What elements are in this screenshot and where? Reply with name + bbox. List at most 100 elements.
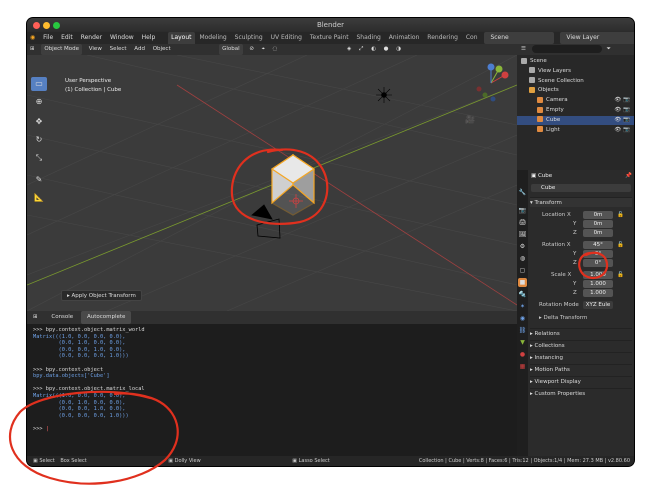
delta-transform-section[interactable]: ▸ Delta Transform [539, 315, 587, 321]
navigation-gizmo[interactable] [476, 63, 509, 102]
close-window-button[interactable] [33, 22, 40, 29]
python-console[interactable]: >>> bpy.context.object.matrix_world Matri… [27, 324, 517, 456]
transform-section[interactable]: ▾ Transform [530, 197, 632, 207]
shading-material-icon[interactable]: ◑ [393, 44, 404, 55]
overlay-icon[interactable]: ◐ [368, 44, 379, 55]
select-menu[interactable]: Select [107, 44, 130, 55]
view-layer-selector[interactable]: View Layer [560, 32, 634, 44]
proportional-icon[interactable]: ◌ [270, 44, 281, 55]
rotation-lock-icons[interactable]: 🔓 [617, 242, 624, 248]
outliner-row-cube[interactable]: Cube 👁 📷 [517, 115, 634, 126]
zoom-window-button[interactable] [53, 22, 60, 29]
visibility-toggle-icon[interactable]: 👁 📷 [614, 106, 630, 116]
outliner-row-camera[interactable]: Camera 👁 📷 [517, 96, 634, 106]
autocomplete-tab[interactable]: Autocomplete [80, 311, 132, 324]
view-layer-props-icon[interactable]: 🖼 [518, 230, 527, 239]
light-object[interactable] [376, 87, 392, 103]
orientation-dropdown[interactable]: Global [219, 44, 243, 55]
tab-layout[interactable]: Layout [168, 32, 195, 44]
tab-texture-paint[interactable]: Texture Paint [307, 32, 352, 44]
visibility-icon[interactable]: ◈ [344, 44, 354, 55]
minimize-window-button[interactable] [43, 22, 50, 29]
outliner-panel[interactable]: Scene View Layers Scene Collection Objects C… [517, 55, 634, 170]
menu-render[interactable]: Render [78, 32, 105, 44]
material-props-icon[interactable]: ● [518, 350, 527, 359]
select-box-tool[interactable]: ▭ [31, 77, 47, 91]
object-props-icon[interactable]: ■ [518, 278, 527, 287]
location-z-field[interactable]: 0m [583, 229, 613, 237]
editor-type-icon[interactable]: ⊞ [27, 44, 38, 55]
collections-section[interactable]: ▸ Collections [530, 340, 632, 350]
menu-window[interactable]: Window [107, 32, 137, 44]
location-y-field[interactable]: 0m [583, 220, 613, 228]
outliner-row-light[interactable]: Light 👁 📷 [517, 126, 634, 136]
instancing-section[interactable]: ▸ Instancing [530, 352, 632, 362]
rotation-x-field[interactable]: 45° [583, 241, 613, 249]
particles-props-icon[interactable]: ✶ [518, 302, 527, 311]
location-x-field[interactable]: 0m [583, 211, 613, 219]
menu-file[interactable]: File [40, 32, 56, 44]
console-editor-icon[interactable]: ⊞ [27, 311, 44, 324]
console-tab[interactable]: Console [45, 311, 79, 324]
rotate-tool[interactable]: ↻ [31, 133, 47, 147]
rotation-z-field[interactable]: 0° [583, 259, 613, 267]
outliner-row-scene-collection[interactable]: Scene Collection [517, 77, 634, 87]
scale-x-field[interactable]: 1.000 [583, 271, 613, 279]
filter-icon[interactable]: ⏷ [603, 46, 613, 52]
outliner-row-scene[interactable]: Scene [517, 57, 634, 67]
physics-props-icon[interactable]: ◉ [518, 314, 527, 323]
view-menu[interactable]: View [86, 44, 105, 55]
visibility-toggle-icon[interactable]: 👁 📷 [614, 126, 630, 136]
outliner-search-field[interactable] [531, 44, 602, 53]
tool-props-icon[interactable]: 🔧 [518, 188, 527, 197]
collection-props-icon[interactable]: ▢ [518, 266, 527, 275]
tab-animation[interactable]: Animation [386, 32, 423, 44]
scene-props-icon[interactable]: ⚙ [518, 242, 527, 251]
custom-properties-section[interactable]: ▸ Custom Properties [530, 388, 632, 398]
add-menu[interactable]: Add [131, 44, 148, 55]
3d-viewport[interactable]: User Perspective (1) Collection | Cube 🎥… [27, 55, 517, 311]
last-operation-panel[interactable]: ▸ Apply Object Transform [61, 290, 142, 301]
camera-object[interactable] [251, 204, 281, 239]
scale-lock-icons[interactable]: 🔓 [617, 272, 624, 278]
gizmo-icon[interactable]: ⤢ [356, 44, 366, 55]
render-props-icon[interactable]: 📷 [518, 206, 527, 215]
scale-y-field[interactable]: 1.000 [583, 280, 613, 288]
pivot-icon[interactable]: ⊘ [246, 44, 257, 55]
camera-view-icon[interactable]: 🎥 [465, 115, 475, 124]
object-name-field[interactable]: Cube [531, 184, 631, 192]
texture-props-icon[interactable]: ▦ [518, 362, 527, 371]
mode-dropdown[interactable]: Object Mode [41, 44, 83, 55]
cube-object[interactable] [270, 153, 316, 216]
tab-sculpting[interactable]: Sculpting [232, 32, 266, 44]
tab-rendering[interactable]: Rendering [424, 32, 461, 44]
outliner-row-empty[interactable]: Empty 👁 📷 [517, 106, 634, 116]
location-lock-icons[interactable]: 🔓 [617, 212, 624, 218]
viewport-display-section[interactable]: ▸ Viewport Display [530, 376, 632, 386]
tab-modeling[interactable]: Modeling [196, 32, 229, 44]
world-props-icon[interactable]: ◍ [518, 254, 527, 263]
measure-tool[interactable]: 📐 [31, 191, 47, 205]
motion-paths-section[interactable]: ▸ Motion Paths [530, 364, 632, 374]
object-menu[interactable]: Object [150, 44, 174, 55]
blender-logo-icon[interactable]: ◉ [27, 32, 38, 44]
move-tool[interactable]: ✥ [31, 115, 47, 129]
relations-section[interactable]: ▸ Relations [530, 328, 632, 338]
constraints-props-icon[interactable]: ⛓ [518, 326, 527, 335]
tab-uv-editing[interactable]: UV Editing [268, 32, 305, 44]
output-props-icon[interactable]: 🖨 [518, 218, 527, 227]
snap-icon[interactable]: ⌖ [259, 44, 268, 55]
visibility-toggle-icon[interactable]: 👁 📷 [614, 116, 630, 126]
annotate-tool[interactable]: ✎ [31, 173, 47, 187]
outliner-row-view-layers[interactable]: View Layers [517, 67, 634, 77]
menu-edit[interactable]: Edit [58, 32, 76, 44]
pin-icon[interactable]: 📌 [625, 173, 632, 179]
tab-compositing[interactable]: Con [463, 32, 481, 44]
cursor-tool[interactable]: ⊕ [31, 95, 47, 109]
scale-tool[interactable]: ⤡ [31, 151, 47, 165]
outliner-row-objects[interactable]: Objects [517, 86, 634, 96]
outliner-editor-icon[interactable]: ☰ [517, 46, 530, 52]
data-props-icon[interactable]: ▼ [518, 338, 527, 347]
rotation-y-field[interactable]: 0° [583, 250, 613, 258]
menu-help[interactable]: Help [139, 32, 159, 44]
